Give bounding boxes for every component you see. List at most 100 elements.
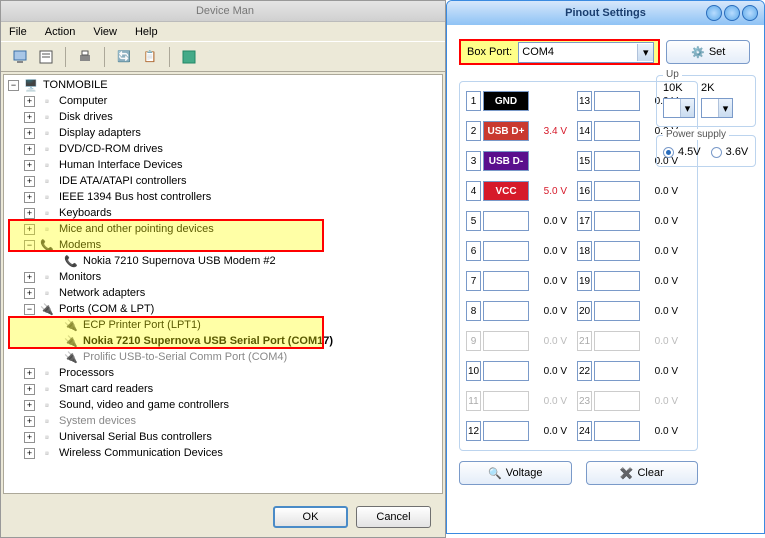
pin-tag-input[interactable] — [594, 91, 640, 111]
pin-tag-input[interactable]: VCC — [483, 181, 529, 201]
toolbar-pc-icon[interactable] — [9, 46, 31, 68]
pin-tag-input[interactable]: USB D- — [483, 151, 529, 171]
menu-help[interactable]: Help — [135, 26, 158, 38]
close-button[interactable] — [742, 5, 758, 21]
menu-file[interactable]: File — [9, 26, 27, 38]
expand-icon[interactable]: + — [24, 192, 35, 203]
pin-tag-input[interactable] — [483, 271, 529, 291]
expand-icon[interactable]: + — [24, 128, 35, 139]
dropdown-icon[interactable]: ▾ — [637, 44, 653, 61]
pin-tag-input[interactable]: USB D+ — [483, 121, 529, 141]
toolbar-print-icon[interactable] — [74, 46, 96, 68]
tree-item[interactable]: + ▫️ Computer — [6, 93, 440, 109]
tree-ports[interactable]: − 🔌 Ports (COM & LPT) — [6, 301, 440, 317]
pin-row-7: 7 0.0 V — [466, 270, 567, 292]
tree-port-nokia[interactable]: 🔌 Nokia 7210 Supernova USB Serial Port (… — [6, 333, 440, 349]
up-10k-select[interactable]: ▾ — [663, 98, 695, 118]
collapse-icon[interactable]: − — [8, 80, 19, 91]
tree-item[interactable]: + ▫️ Sound, video and game controllers — [6, 397, 440, 413]
expand-icon[interactable]: + — [24, 384, 35, 395]
tree-port-ecp[interactable]: 🔌 ECP Printer Port (LPT1) — [6, 317, 440, 333]
pin-tag-input[interactable] — [594, 301, 640, 321]
radio-36v[interactable] — [711, 147, 722, 158]
pin-voltage: 0.0 V — [533, 396, 567, 407]
expand-icon[interactable]: + — [24, 208, 35, 219]
pin-tag-input[interactable] — [483, 241, 529, 261]
pin-tag-input[interactable]: GND — [483, 91, 529, 111]
tree-item[interactable]: + ▫️ Processors — [6, 365, 440, 381]
pin-number: 16 — [577, 181, 592, 201]
expand-icon[interactable]: + — [24, 416, 35, 427]
pin-tag-input[interactable] — [594, 151, 640, 171]
pin-tag-input[interactable] — [594, 211, 640, 231]
tree-modems[interactable]: − 📞 Modems — [6, 237, 440, 253]
tree-item[interactable]: + ▫️ IEEE 1394 Bus host controllers — [6, 189, 440, 205]
expand-icon[interactable]: + — [24, 160, 35, 171]
pin-tag-input[interactable] — [594, 181, 640, 201]
expand-icon[interactable]: + — [24, 96, 35, 107]
cancel-button[interactable]: Cancel — [356, 506, 431, 528]
tree-item[interactable]: + ▫️ Network adapters — [6, 285, 440, 301]
tree-item[interactable]: + ▫️ Human Interface Devices — [6, 157, 440, 173]
tree-modem-child[interactable]: 📞 Nokia 7210 Supernova USB Modem #2 — [6, 253, 440, 269]
minimize-button[interactable] — [706, 5, 722, 21]
dropdown-icon[interactable]: ▾ — [680, 99, 694, 117]
menu-view[interactable]: View — [93, 26, 117, 38]
pin-tag-input[interactable] — [594, 271, 640, 291]
expand-icon[interactable]: + — [24, 144, 35, 155]
tree-item[interactable]: + ▫️ System devices — [6, 413, 440, 429]
tree-item[interactable]: + ▫️ Smart card readers — [6, 381, 440, 397]
box-port-select[interactable]: COM4 ▾ — [518, 42, 654, 63]
expand-icon[interactable]: + — [24, 448, 35, 459]
pin-tag-input[interactable] — [594, 121, 640, 141]
toolbar-refresh-icon[interactable]: 🔄 — [113, 46, 135, 68]
pin-tag-input[interactable] — [483, 331, 529, 351]
pin-tag-input[interactable] — [594, 331, 640, 351]
up-2k-select[interactable]: ▾ — [701, 98, 733, 118]
pin-tag-input[interactable] — [594, 391, 640, 411]
dropdown-icon[interactable]: ▾ — [718, 99, 732, 117]
maximize-button[interactable] — [724, 5, 740, 21]
clear-button[interactable]: ✖️ Clear — [586, 461, 699, 485]
pin-tag-input[interactable] — [594, 361, 640, 381]
set-button[interactable]: ⚙️ Set — [666, 40, 750, 64]
tree-root[interactable]: − 🖥️ TONMOBILE — [6, 77, 440, 93]
expand-icon[interactable]: + — [24, 368, 35, 379]
pin-tag-input[interactable] — [483, 361, 529, 381]
toolbar-props-icon[interactable] — [35, 46, 57, 68]
pin-tag-input[interactable] — [594, 421, 640, 441]
expand-icon[interactable]: + — [24, 400, 35, 411]
collapse-icon[interactable]: − — [24, 240, 35, 251]
collapse-icon[interactable]: − — [24, 304, 35, 315]
toolbar-scan-icon[interactable]: 📋 — [139, 46, 161, 68]
tree-item[interactable]: + ▫️ Monitors — [6, 269, 440, 285]
pin-tag-input[interactable] — [594, 241, 640, 261]
expand-icon[interactable]: + — [24, 176, 35, 187]
radio-45v[interactable] — [663, 147, 674, 158]
expand-icon[interactable]: + — [24, 288, 35, 299]
tree-item[interactable]: + ▫️ Keyboards — [6, 205, 440, 221]
pin-tag-input[interactable] — [483, 391, 529, 411]
tree-item[interactable]: + ▫️ IDE ATA/ATAPI controllers — [6, 173, 440, 189]
expand-icon[interactable]: + — [24, 112, 35, 123]
tree-item[interactable]: + ▫️ Display adapters — [6, 125, 440, 141]
ok-button[interactable]: OK — [273, 506, 348, 528]
tree-item[interactable]: + ▫️ DVD/CD-ROM drives — [6, 141, 440, 157]
pin-tag-input[interactable] — [483, 301, 529, 321]
tree-item[interactable]: + ▫️ Disk drives — [6, 109, 440, 125]
pin-tag-input[interactable] — [483, 211, 529, 231]
expand-icon[interactable]: + — [24, 224, 35, 235]
toolbar-help-icon[interactable] — [178, 46, 200, 68]
device-icon: ▫️ — [39, 173, 55, 189]
tree-item[interactable]: + ▫️ Wireless Communication Devices — [6, 445, 440, 461]
tree-port-prolific[interactable]: 🔌 Prolific USB-to-Serial Comm Port (COM4… — [6, 349, 440, 365]
expand-icon[interactable]: + — [24, 272, 35, 283]
menu-action[interactable]: Action — [45, 26, 76, 38]
expand-icon[interactable]: + — [24, 432, 35, 443]
tree-item[interactable]: + ▫️ Mice and other pointing devices — [6, 221, 440, 237]
pin-tag-input[interactable] — [483, 421, 529, 441]
voltage-button[interactable]: 🔍 Voltage — [459, 461, 572, 485]
device-icon: ▫️ — [39, 157, 55, 173]
device-tree[interactable]: − 🖥️ TONMOBILE + ▫️ Computer + ▫️ Disk d… — [3, 74, 443, 494]
tree-item[interactable]: + ▫️ Universal Serial Bus controllers — [6, 429, 440, 445]
